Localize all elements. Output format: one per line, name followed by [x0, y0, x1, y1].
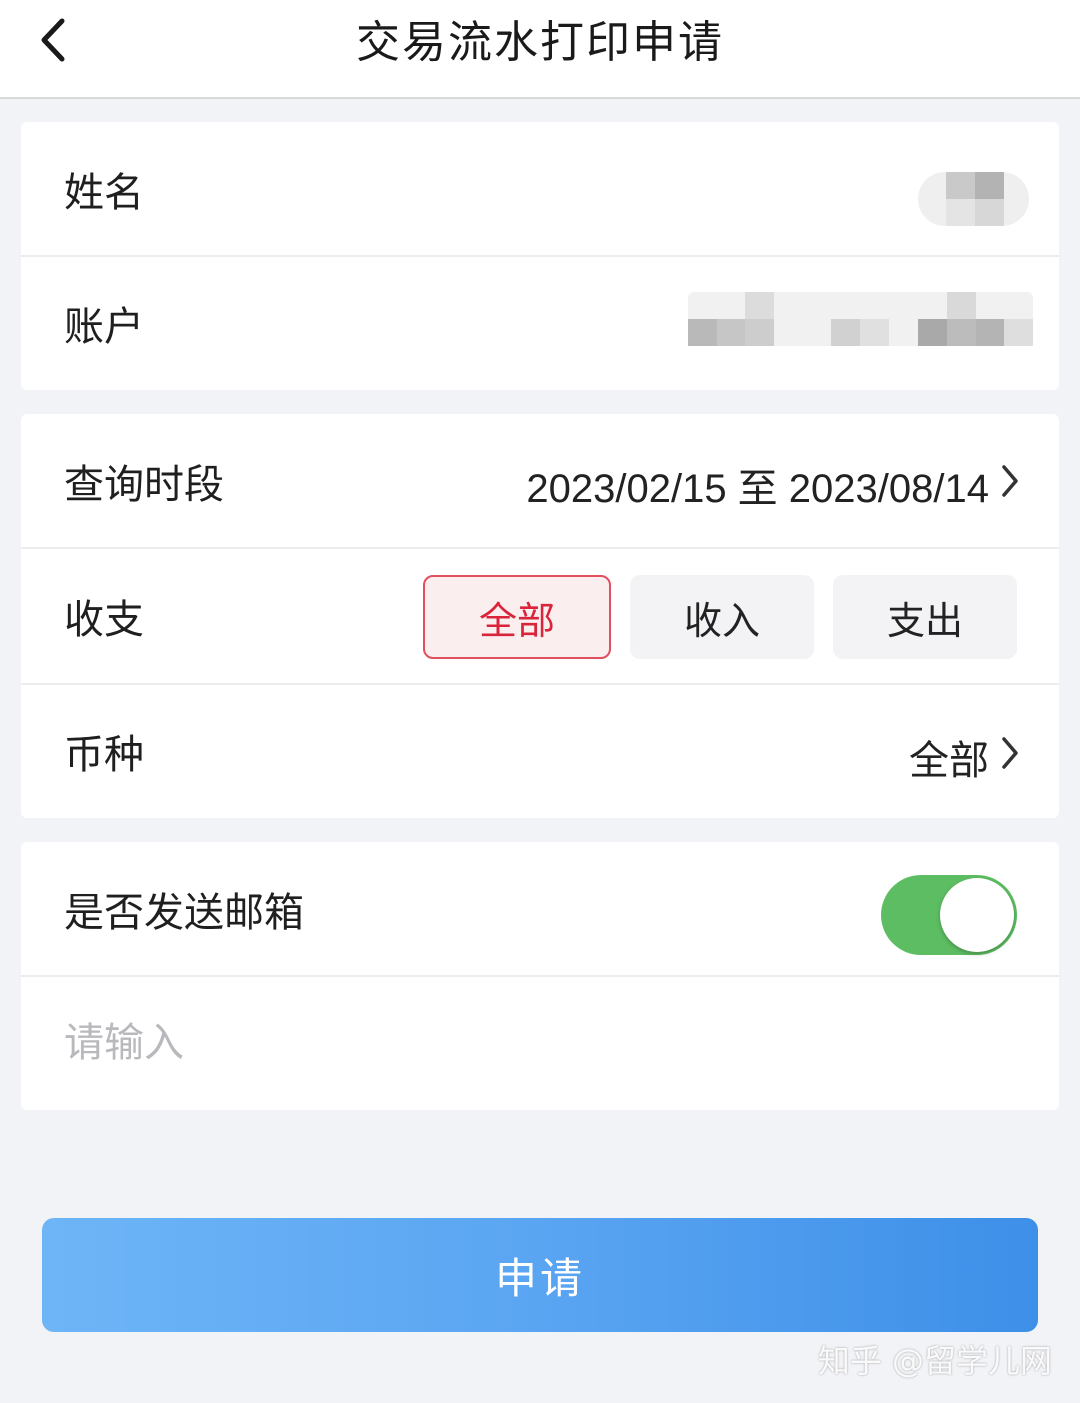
email-card: 是否发送邮箱: [21, 842, 1059, 1110]
page-title: 交易流水打印申请: [356, 17, 724, 68]
account-info-card: 姓名 账户: [21, 122, 1059, 390]
send-email-label: 是否发送邮箱: [64, 890, 304, 936]
name-value-masked: [918, 172, 1029, 226]
email-input[interactable]: [64, 977, 1014, 1109]
query-options-card: 查询时段 2023/02/15 至 2023/08/14 收支 全部 收入 支出…: [21, 414, 1059, 818]
email-input-row: [21, 977, 1059, 1110]
period-row[interactable]: 查询时段 2023/02/15 至 2023/08/14: [21, 414, 1059, 548]
chevron-right-icon: [999, 463, 1021, 499]
submit-button[interactable]: 申请: [42, 1218, 1038, 1332]
send-email-toggle[interactable]: [881, 875, 1017, 955]
account-row: 账户: [21, 256, 1059, 390]
currency-row[interactable]: 币种 全部: [21, 684, 1059, 818]
chevron-right-icon: [999, 735, 1021, 771]
nav-bar: 交易流水打印申请: [0, 0, 1080, 99]
toggle-knob: [940, 878, 1014, 952]
direction-option-income[interactable]: 收入: [630, 575, 814, 659]
period-label: 查询时段: [64, 462, 224, 508]
direction-row: 收支 全部 收入 支出: [21, 548, 1059, 684]
name-row: 姓名: [21, 122, 1059, 256]
direction-option-all[interactable]: 全部: [423, 575, 611, 659]
period-value: 2023/02/15 至 2023/08/14: [526, 467, 989, 511]
name-label: 姓名: [64, 170, 144, 216]
account-label: 账户: [64, 304, 144, 350]
send-email-row: 是否发送邮箱: [21, 842, 1059, 976]
direction-option-expense[interactable]: 支出: [833, 575, 1017, 659]
currency-value: 全部: [909, 739, 989, 783]
watermark: 知乎 @留学儿网: [817, 1342, 1052, 1380]
direction-label: 收支: [64, 597, 144, 643]
currency-label: 币种: [64, 732, 144, 778]
account-value-masked: [688, 292, 1061, 346]
